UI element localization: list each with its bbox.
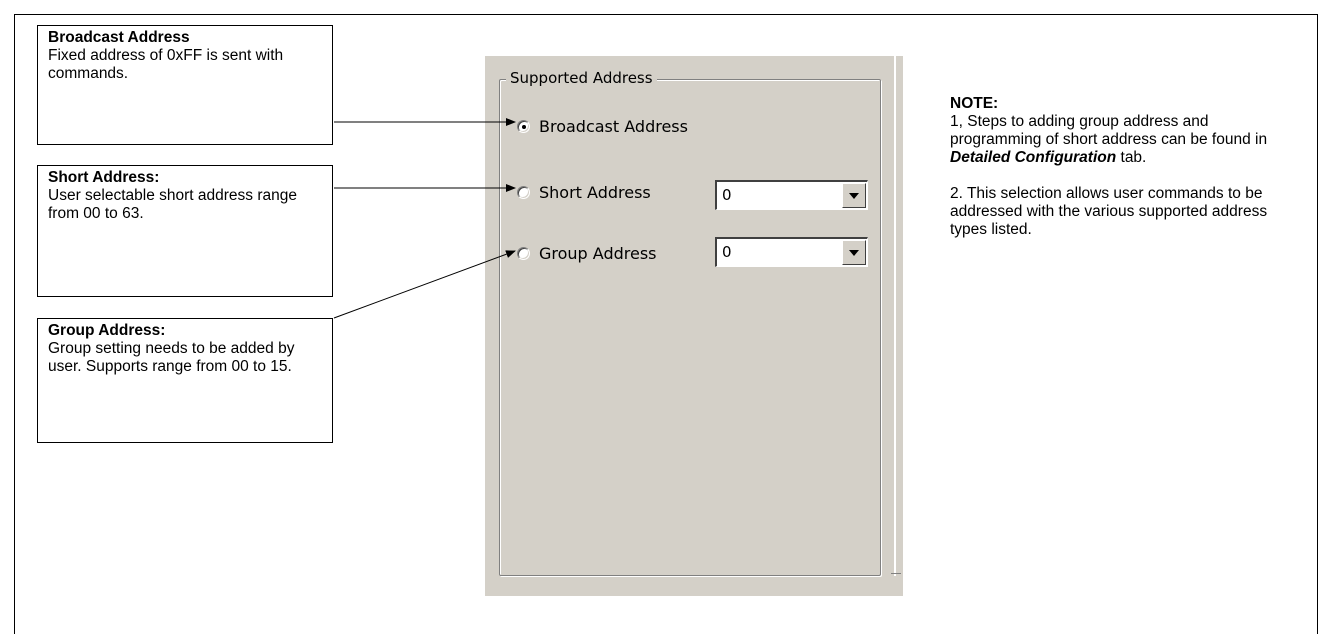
group-arrow [333,250,516,319]
callout-arrows [333,118,516,319]
